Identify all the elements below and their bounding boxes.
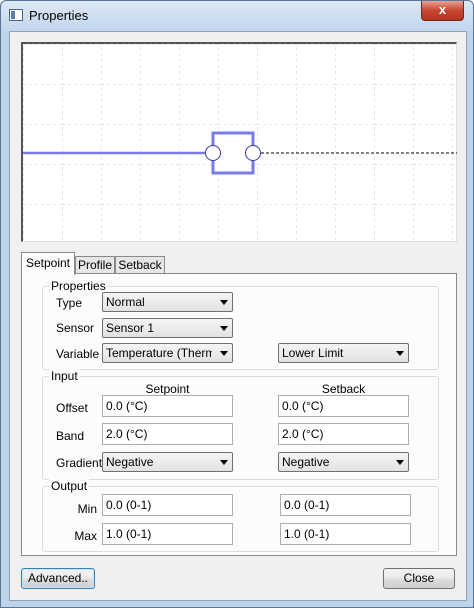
tab-setback[interactable]: Setback	[115, 256, 165, 274]
title-bar: Properties x	[1, 1, 473, 31]
tab-setpoint[interactable]: Setpoint	[21, 252, 75, 275]
chevron-down-icon	[396, 351, 404, 356]
setpoint-tab-panel: Properties Type Normal Sensor Sensor 1 V…	[21, 273, 457, 556]
window-title: Properties	[29, 8, 89, 23]
max-setpoint-input[interactable]: 1.0 (0-1)	[102, 523, 233, 545]
min-label: Min	[77, 502, 97, 516]
sensor-dropdown[interactable]: Sensor 1	[102, 318, 233, 338]
output-group-title: Output	[49, 479, 90, 493]
output-port[interactable]	[245, 145, 261, 161]
chevron-down-icon	[220, 351, 228, 356]
min-setback-input[interactable]: 0.0 (0-1)	[280, 494, 411, 516]
min-setpoint-input[interactable]: 0.0 (0-1)	[102, 494, 233, 516]
tab-strip: Setpoint Profile Setback	[21, 252, 461, 275]
variable-label: Variable	[56, 347, 100, 361]
gradient-setback-dropdown[interactable]: Negative	[278, 452, 409, 472]
setback-column-header: Setback	[321, 382, 366, 396]
offset-setback-input[interactable]: 0.0 (°C)	[278, 395, 409, 417]
close-window-button[interactable]: x	[421, 1, 464, 21]
type-label: Type	[56, 296, 83, 310]
input-port[interactable]	[205, 145, 221, 161]
gradient-setpoint-dropdown[interactable]: Negative	[102, 452, 233, 472]
gradient-label: Gradient	[56, 456, 103, 470]
window-icon	[9, 9, 23, 21]
chevron-down-icon	[220, 326, 228, 331]
band-setback-input[interactable]: 2.0 (°C)	[278, 423, 409, 445]
variable-dropdown[interactable]: Temperature (Thermos	[102, 343, 233, 363]
sensor-label: Sensor	[56, 321, 95, 335]
offset-setpoint-input[interactable]: 0.0 (°C)	[102, 395, 233, 417]
close-button[interactable]: Close	[383, 568, 455, 589]
max-label: Max	[74, 529, 97, 543]
setpoint-column-header: Setpoint	[145, 382, 190, 396]
band-setpoint-input[interactable]: 2.0 (°C)	[102, 423, 233, 445]
block-diagram	[21, 42, 457, 242]
tab-profile[interactable]: Profile	[75, 256, 115, 274]
max-setback-input[interactable]: 1.0 (0-1)	[280, 523, 411, 545]
chevron-down-icon	[396, 460, 404, 465]
chevron-down-icon	[220, 300, 228, 305]
input-group-title: Input	[49, 369, 80, 383]
properties-group-title: Properties	[49, 279, 108, 293]
diagram-canvas	[23, 44, 457, 242]
dialog-client-area: Setpoint Profile Setback Properties Type…	[9, 31, 467, 601]
chevron-down-icon	[220, 460, 228, 465]
type-dropdown[interactable]: Normal	[102, 292, 233, 312]
band-label: Band	[56, 429, 85, 443]
properties-window: Properties x Setpoint Profile Setback Pr…	[0, 0, 474, 608]
offset-label: Offset	[56, 401, 88, 415]
limit-dropdown[interactable]: Lower Limit	[278, 343, 409, 363]
advanced-button[interactable]: Advanced..	[21, 568, 95, 589]
